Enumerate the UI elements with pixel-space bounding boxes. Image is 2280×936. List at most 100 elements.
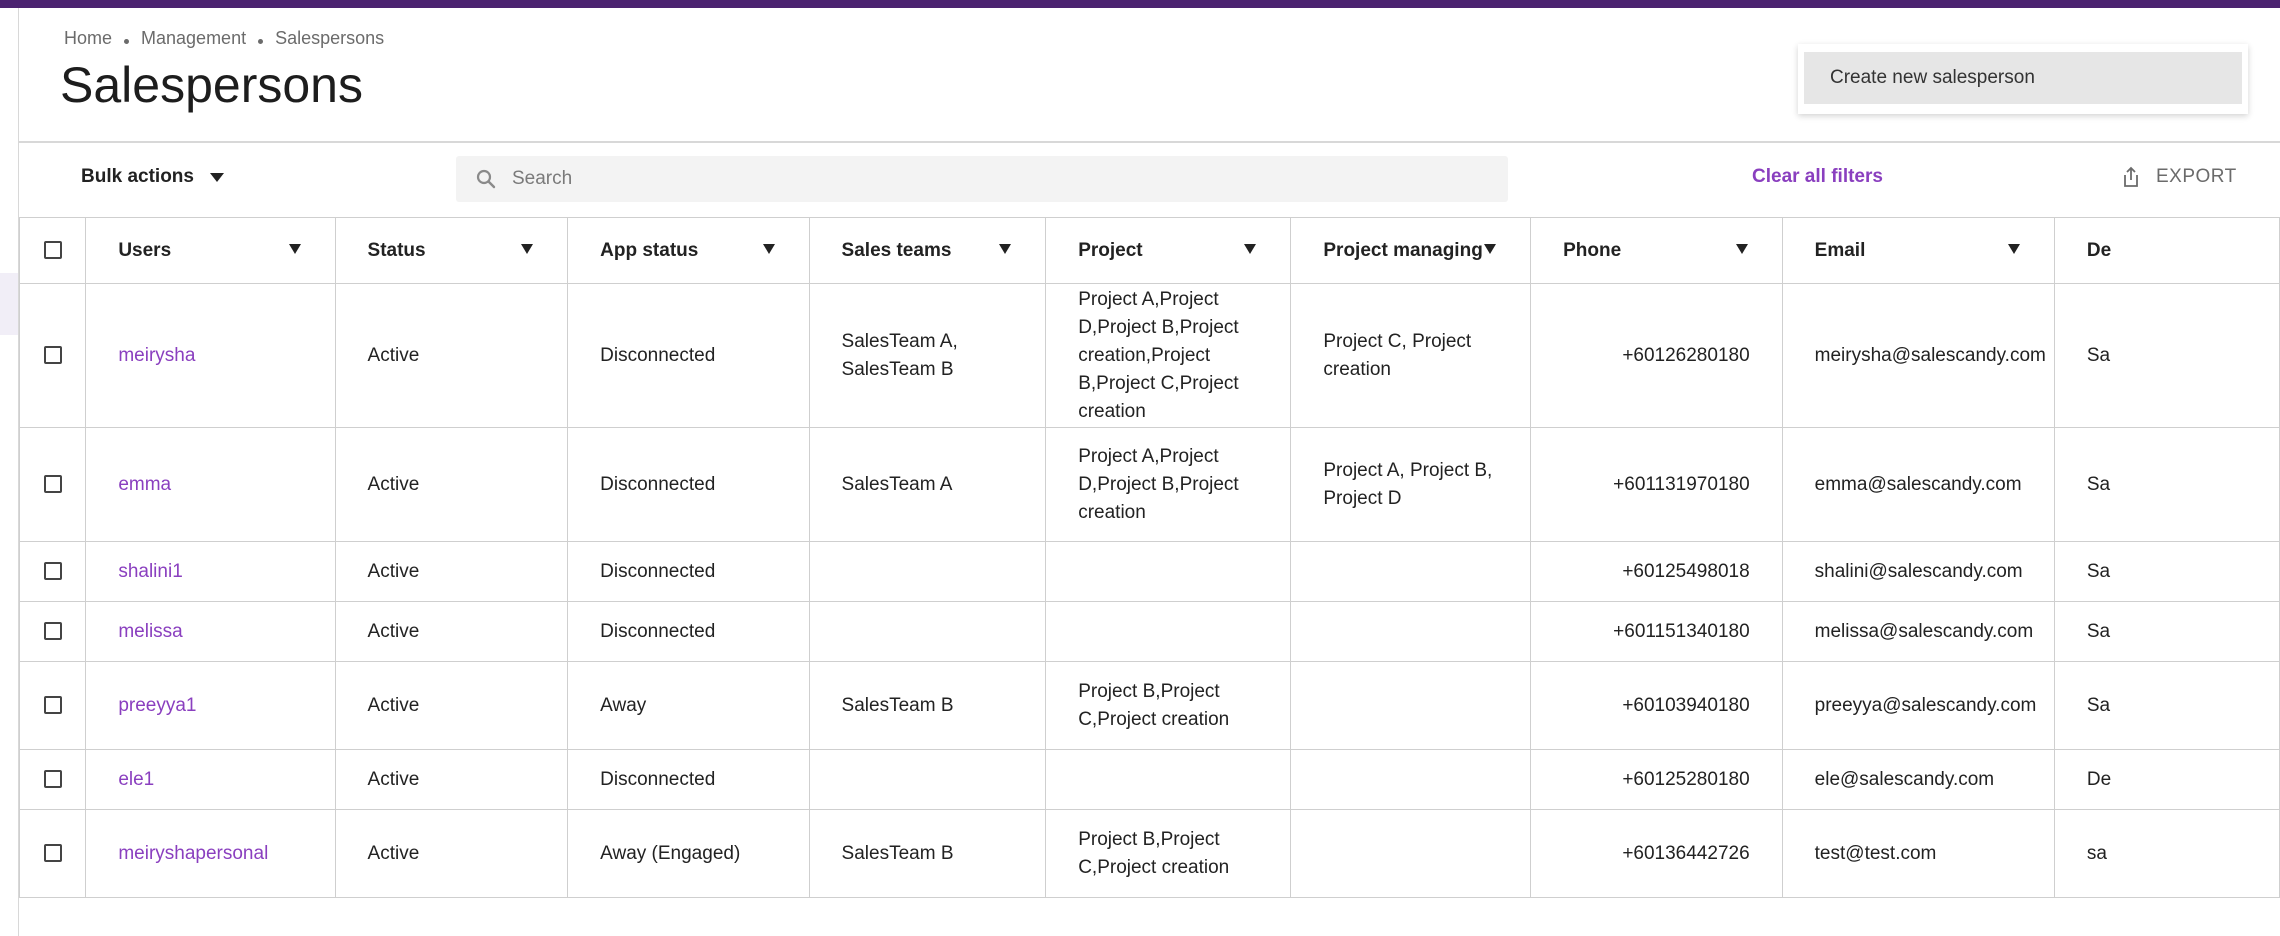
column-header-project-managing[interactable]: Project managing bbox=[1290, 217, 1532, 284]
row-checkbox[interactable] bbox=[43, 346, 62, 365]
row-checkbox[interactable] bbox=[43, 562, 62, 581]
email-cell: meirysha@salescandy.com bbox=[1781, 283, 2055, 428]
table-header-row: Users Status App status Sales teams Proj… bbox=[19, 217, 2280, 284]
column-label: App status bbox=[600, 239, 699, 261]
sort-icon[interactable] bbox=[2007, 244, 2020, 254]
search-bar[interactable] bbox=[456, 156, 1508, 202]
breadcrumb-current: Salespersons bbox=[275, 28, 385, 48]
column-header-email[interactable]: Email bbox=[1781, 217, 2055, 284]
table-row[interactable]: shalini1 Active Disconnected +6012549801… bbox=[19, 541, 2280, 602]
email-cell: shalini@salescandy.com bbox=[1781, 541, 2055, 602]
project-cell: Project A,Project D,Project B,Project cr… bbox=[1045, 283, 1292, 428]
sort-icon[interactable] bbox=[999, 244, 1012, 254]
status-cell: Active bbox=[334, 283, 569, 428]
app-status-cell: Away (Engaged) bbox=[567, 809, 810, 898]
clear-filters-link[interactable]: Clear all filters bbox=[1752, 166, 1883, 188]
user-link[interactable]: ele1 bbox=[85, 749, 336, 810]
bulk-actions-dropdown[interactable]: Bulk actions bbox=[81, 166, 224, 188]
column-label: De bbox=[2086, 239, 2112, 261]
row-checkbox[interactable] bbox=[43, 475, 62, 494]
sales-teams-cell: SalesTeam B bbox=[808, 661, 1047, 750]
column-header-users[interactable]: Users bbox=[85, 217, 336, 284]
column-header-sales-teams[interactable]: Sales teams bbox=[808, 217, 1047, 284]
bulk-actions-label: Bulk actions bbox=[81, 166, 194, 187]
column-header-status[interactable]: Status bbox=[334, 217, 569, 284]
row-checkbox[interactable] bbox=[43, 770, 62, 789]
status-cell: Active bbox=[334, 809, 569, 898]
user-link[interactable]: emma bbox=[85, 427, 336, 542]
email-cell: emma@salescandy.com bbox=[1781, 427, 2055, 542]
project-managing-cell bbox=[1290, 541, 1532, 602]
project-cell bbox=[1045, 749, 1292, 810]
project-cell: Project B,Project C,Project creation bbox=[1045, 809, 1292, 898]
app-status-cell: Disconnected bbox=[567, 749, 810, 810]
user-link[interactable]: preeyya1 bbox=[85, 661, 336, 750]
column-header-project[interactable]: Project bbox=[1045, 217, 1292, 284]
breadcrumb: Home Management Salespersons bbox=[64, 28, 384, 49]
project-cell: Project B,Project C,Project creation bbox=[1045, 661, 1292, 750]
sort-icon[interactable] bbox=[1735, 244, 1748, 254]
table-row[interactable]: ele1 Active Disconnected +60125280180 el… bbox=[19, 749, 2280, 810]
table-row[interactable]: melissa Active Disconnected +60115134018… bbox=[19, 601, 2280, 662]
user-link[interactable]: melissa bbox=[85, 601, 336, 662]
chevron-down-icon bbox=[209, 172, 224, 182]
create-new-salesperson-item[interactable]: Create new salesperson bbox=[1804, 52, 2242, 104]
extra-cell: Sa bbox=[2053, 601, 2280, 662]
app-status-cell: Disconnected bbox=[567, 283, 810, 428]
user-link[interactable]: shalini1 bbox=[85, 541, 336, 602]
row-select-cell bbox=[19, 601, 87, 662]
column-header-de[interactable]: De bbox=[2053, 217, 2280, 284]
table-row[interactable]: emma Active Disconnected SalesTeam A Pro… bbox=[19, 427, 2280, 542]
status-cell: Active bbox=[334, 427, 569, 542]
email-cell: test@test.com bbox=[1781, 809, 2055, 898]
user-link[interactable]: meirysha bbox=[85, 283, 336, 428]
app-status-cell: Disconnected bbox=[567, 601, 810, 662]
project-cell bbox=[1045, 541, 1292, 602]
column-header-phone[interactable]: Phone bbox=[1530, 217, 1783, 284]
status-cell: Active bbox=[334, 541, 569, 602]
column-label: Users bbox=[118, 239, 172, 261]
share-icon bbox=[2124, 166, 2138, 187]
row-select-cell bbox=[19, 541, 87, 602]
phone-cell: +60136442726 bbox=[1530, 809, 1783, 898]
phone-cell: +60125280180 bbox=[1530, 749, 1783, 810]
sales-teams-cell: SalesTeam A bbox=[808, 427, 1047, 542]
user-link[interactable]: meiryshapersonal bbox=[85, 809, 336, 898]
sort-icon[interactable] bbox=[1484, 244, 1497, 254]
table-row[interactable]: meirysha Active Disconnected SalesTeam A… bbox=[19, 283, 2280, 428]
breadcrumb-home[interactable]: Home bbox=[64, 28, 112, 49]
table-row[interactable]: preeyya1 Active Away SalesTeam B Project… bbox=[19, 661, 2280, 750]
email-cell: melissa@salescandy.com bbox=[1781, 601, 2055, 662]
sort-icon[interactable] bbox=[762, 244, 775, 254]
column-header-app-status[interactable]: App status bbox=[567, 217, 810, 284]
row-checkbox[interactable] bbox=[43, 696, 62, 715]
table-row[interactable]: meiryshapersonal Active Away (Engaged) S… bbox=[19, 809, 2280, 898]
create-menu: Create new salesperson bbox=[1798, 44, 2248, 114]
sort-icon[interactable] bbox=[288, 244, 301, 254]
sales-teams-cell bbox=[808, 749, 1047, 810]
select-all-checkbox[interactable] bbox=[43, 241, 62, 260]
project-managing-cell: Project A, Project B, Project D bbox=[1290, 427, 1532, 542]
search-input[interactable] bbox=[510, 167, 1414, 191]
column-label: Phone bbox=[1563, 239, 1622, 261]
search-icon bbox=[476, 169, 496, 189]
row-checkbox[interactable] bbox=[43, 844, 62, 863]
row-select-cell bbox=[19, 427, 87, 542]
sort-icon[interactable] bbox=[521, 244, 534, 254]
project-managing-cell bbox=[1290, 809, 1532, 898]
extra-cell: De bbox=[2053, 749, 2280, 810]
breadcrumb-management[interactable]: Management bbox=[141, 28, 246, 49]
row-checkbox[interactable] bbox=[43, 622, 62, 641]
status-cell: Active bbox=[334, 749, 569, 810]
project-cell: Project A,Project D,Project B,Project cr… bbox=[1045, 427, 1292, 542]
status-cell: Active bbox=[334, 661, 569, 750]
sales-teams-cell: SalesTeam B bbox=[808, 809, 1047, 898]
export-button[interactable]: EXPORT bbox=[2122, 166, 2237, 188]
sort-icon[interactable] bbox=[1244, 244, 1257, 254]
email-cell: ele@salescandy.com bbox=[1781, 749, 2055, 810]
project-managing-cell: Project C, Project creation bbox=[1290, 283, 1532, 428]
extra-cell: Sa bbox=[2053, 283, 2280, 428]
app-status-cell: Disconnected bbox=[567, 427, 810, 542]
phone-cell: +601131970180 bbox=[1530, 427, 1783, 542]
column-label: Status bbox=[367, 239, 426, 261]
